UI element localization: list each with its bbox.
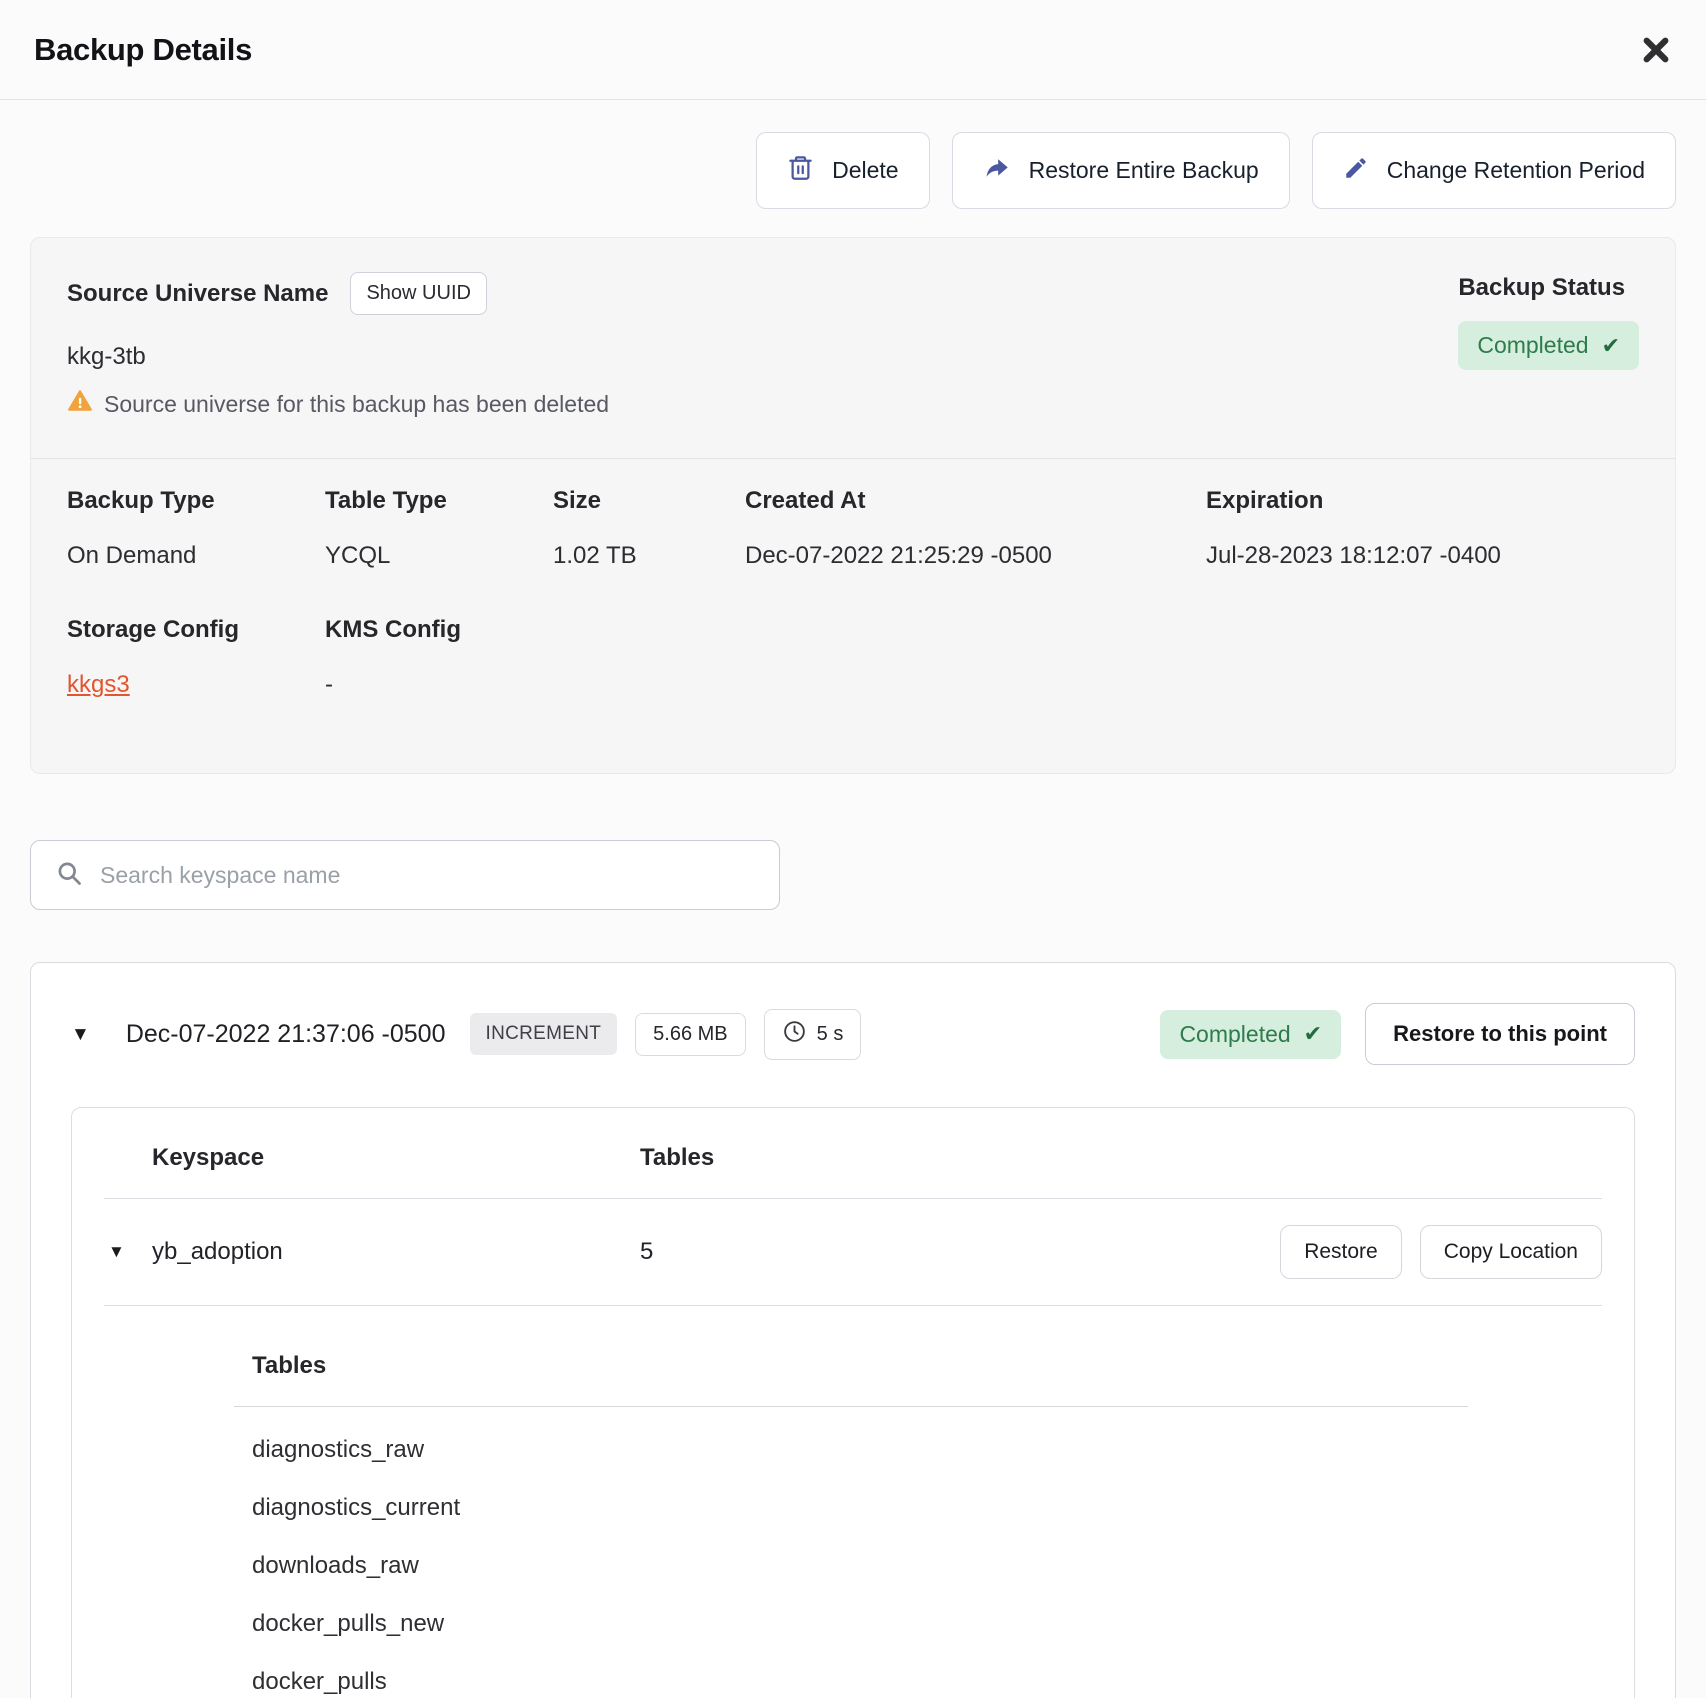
trash-icon (787, 154, 814, 187)
summary-fields-row-1: Backup Type On Demand Table Type YCQL Si… (67, 487, 1639, 570)
keyspace-row-actions: Restore Copy Location (1280, 1225, 1602, 1279)
backup-status-block: Backup Status Completed ✔ (1458, 272, 1639, 420)
action-toolbar: Delete Restore Entire Backup Change Rete… (30, 132, 1676, 209)
table-divider (104, 1305, 1602, 1306)
status-badge: Completed ✔ (1458, 321, 1639, 370)
list-item: downloads_raw (234, 1537, 1468, 1595)
table-type-value: YCQL (325, 542, 553, 570)
delete-button[interactable]: Delete (756, 132, 929, 209)
modal-header: Backup Details (0, 0, 1706, 100)
restore-entire-backup-button[interactable]: Restore Entire Backup (952, 132, 1290, 209)
list-item: diagnostics_raw (234, 1421, 1468, 1479)
backup-details-modal: Backup Details Delete (0, 0, 1706, 1698)
close-icon[interactable] (1640, 34, 1672, 66)
restore-to-this-point-button[interactable]: Restore to this point (1365, 1003, 1635, 1065)
increment-duration-badge: 5 s (764, 1009, 862, 1060)
page-title: Backup Details (34, 32, 252, 68)
warning-icon (67, 388, 93, 420)
backup-type-label: Backup Type (67, 487, 325, 515)
universe-name: kkg-3tb (67, 343, 609, 371)
increment-timestamp: Dec-07-2022 21:37:06 -0500 (126, 1020, 446, 1049)
increment-header-row: ▼ Dec-07-2022 21:37:06 -0500 INCREMENT 5… (71, 1003, 1635, 1065)
keyspace-column-header: Keyspace (152, 1144, 640, 1172)
keyspace-search (30, 840, 780, 910)
check-icon: ✔ (1304, 1021, 1322, 1047)
check-icon: ✔ (1602, 333, 1620, 359)
created-at-value: Dec-07-2022 21:25:29 -0500 (745, 542, 1206, 570)
clock-icon (782, 1019, 807, 1050)
list-item: docker_pulls (234, 1653, 1468, 1698)
expiration-value: Jul-28-2023 18:12:07 -0400 (1206, 542, 1501, 570)
kms-config-value: - (325, 671, 461, 699)
tables-column-header: Tables (640, 1144, 714, 1172)
keyspace-table-card: Keyspace Tables ▼ yb_adoption 5 Restore … (71, 1107, 1635, 1698)
summary-fields-row-2: Storage Config kkgs3 KMS Config - (67, 616, 1639, 699)
tables-subheader: Tables (234, 1352, 1468, 1380)
kms-config-field: KMS Config - (325, 616, 461, 699)
pencil-icon (1343, 155, 1369, 187)
increment-status-badge: Completed ✔ (1160, 1010, 1341, 1059)
restore-entire-backup-label: Restore Entire Backup (1029, 157, 1259, 184)
modal-content: Delete Restore Entire Backup Change Rete… (0, 132, 1706, 1698)
summary-top-section: Source Universe Name Show UUID kkg-3tb (31, 238, 1675, 458)
source-universe-block: Source Universe Name Show UUID kkg-3tb (67, 272, 609, 420)
size-label: Size (553, 487, 745, 515)
restore-button[interactable]: Restore (1280, 1225, 1402, 1279)
search-input[interactable] (100, 862, 755, 889)
keyspace-table-header: Keyspace Tables (72, 1108, 1634, 1198)
status-badge-text: Completed (1477, 332, 1588, 359)
increment-backup-card: ▼ Dec-07-2022 21:37:06 -0500 INCREMENT 5… (30, 962, 1676, 1698)
size-value: 1.02 TB (553, 542, 745, 570)
size-field: Size 1.02 TB (553, 487, 745, 570)
keyspace-name: yb_adoption (152, 1238, 640, 1266)
backup-status-label: Backup Status (1458, 274, 1625, 302)
kms-config-label: KMS Config (325, 616, 461, 644)
change-retention-period-label: Change Retention Period (1387, 157, 1645, 184)
increment-status-text: Completed (1179, 1021, 1290, 1048)
chevron-down-icon[interactable]: ▼ (108, 1242, 152, 1262)
keyspace-row: ▼ yb_adoption 5 Restore Copy Location (72, 1199, 1634, 1305)
created-at-field: Created At Dec-07-2022 21:25:29 -0500 (745, 487, 1206, 570)
storage-config-label: Storage Config (67, 616, 325, 644)
universe-warning-row: Source universe for this backup has been… (67, 388, 609, 420)
show-uuid-button[interactable]: Show UUID (350, 272, 486, 315)
storage-config-field: Storage Config kkgs3 (67, 616, 325, 699)
tables-list-divider (234, 1406, 1468, 1407)
table-type-field: Table Type YCQL (325, 487, 553, 570)
expiration-label: Expiration (1206, 487, 1501, 515)
list-item: docker_pulls_new (234, 1595, 1468, 1653)
copy-location-button[interactable]: Copy Location (1420, 1225, 1602, 1279)
created-at-label: Created At (745, 487, 1206, 515)
backup-type-value: On Demand (67, 542, 325, 570)
universe-warning-text: Source universe for this backup has been… (104, 391, 609, 418)
summary-bottom-section: Backup Type On Demand Table Type YCQL Si… (31, 459, 1675, 773)
delete-button-label: Delete (832, 157, 898, 184)
search-icon (55, 859, 83, 892)
increment-size-badge: 5.66 MB (635, 1013, 745, 1056)
change-retention-period-button[interactable]: Change Retention Period (1312, 132, 1676, 209)
backup-summary-panel: Source Universe Name Show UUID kkg-3tb (30, 237, 1676, 774)
restore-arrow-icon (983, 154, 1011, 188)
expiration-field: Expiration Jul-28-2023 18:12:07 -0400 (1206, 487, 1501, 570)
increment-type-badge: INCREMENT (470, 1013, 618, 1055)
table-type-label: Table Type (325, 487, 553, 515)
source-universe-label: Source Universe Name (67, 280, 328, 308)
backup-type-field: Backup Type On Demand (67, 487, 325, 570)
tables-list-section: Tables diagnostics_raw diagnostics_curre… (234, 1352, 1468, 1698)
keyspace-table-count: 5 (640, 1238, 653, 1266)
list-item: diagnostics_current (234, 1479, 1468, 1537)
chevron-down-icon[interactable]: ▼ (71, 1025, 90, 1044)
increment-duration-text: 5 s (817, 1023, 844, 1046)
storage-config-link[interactable]: kkgs3 (67, 671, 130, 698)
